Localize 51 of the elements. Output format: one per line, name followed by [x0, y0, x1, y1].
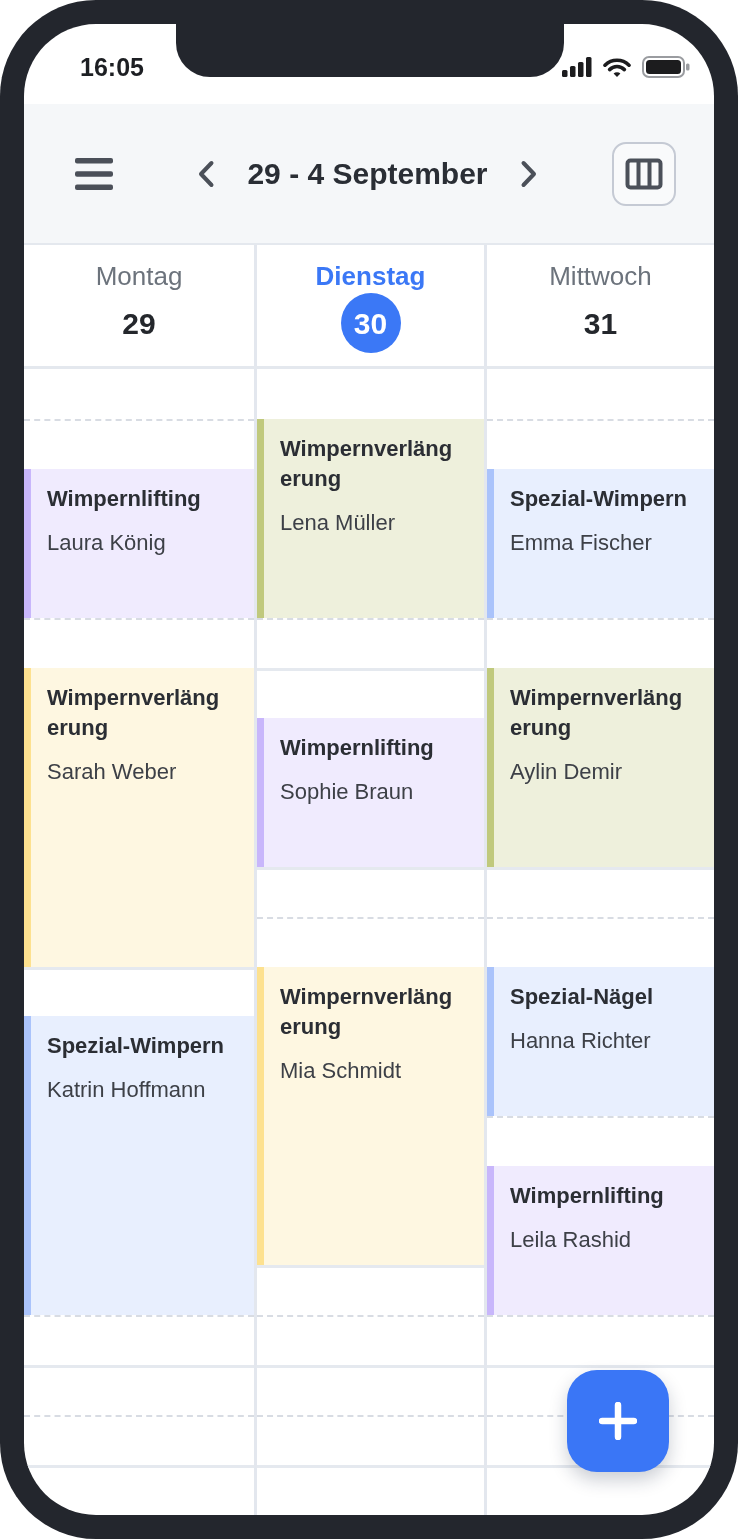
- service-name: Wimpernverlängerung: [47, 683, 221, 742]
- add-appointment-button[interactable]: [567, 1370, 669, 1472]
- date-number[interactable]: 31: [570, 293, 631, 353]
- appointment-card[interactable]: Spezial-Nägel Hanna Richter: [487, 966, 714, 1116]
- columns-icon: [625, 157, 663, 190]
- menu-button[interactable]: [75, 157, 113, 190]
- client-name: Sarah Weber: [47, 757, 178, 786]
- client-name: Laura König: [47, 528, 167, 557]
- client-name: Leila Rashid: [510, 1225, 633, 1254]
- previous-week-button[interactable]: [197, 159, 216, 188]
- appointment-card[interactable]: Spezial-Wimpern Emma Fischer: [487, 468, 714, 618]
- appointment-card[interactable]: Wimpernlifting Laura König: [24, 468, 254, 618]
- appointment-card[interactable]: Spezial-Wimpern Katrin Hoffmann: [24, 1016, 254, 1316]
- service-name: Wimpernverlängerung: [280, 434, 454, 493]
- service-name: Wimpernlifting: [47, 484, 202, 513]
- week-range-title: 29 - 4 September: [247, 155, 488, 192]
- weekday-label[interactable]: Montag: [95, 260, 183, 292]
- weekday-label[interactable]: Dienstag: [315, 260, 426, 292]
- date-number[interactable]: 29: [109, 293, 169, 353]
- service-name: Spezial-Nägel: [510, 982, 655, 1011]
- service-name: Wimpernverlängerung: [510, 683, 684, 742]
- appointment-card[interactable]: Wimpernverlängerung Lena Müller: [257, 418, 484, 618]
- weekday-label[interactable]: Mittwoch: [549, 260, 652, 292]
- menu-icon: [75, 157, 113, 190]
- client-name: Aylin Demir: [510, 757, 624, 786]
- service-name: Spezial-Wimpern: [47, 1032, 226, 1061]
- chevron-left-icon: [197, 159, 216, 188]
- client-name: Lena Müller: [280, 508, 396, 537]
- appointment-card[interactable]: Wimpernverlängerung Aylin Demir: [487, 667, 714, 867]
- view-toggle-button[interactable]: [612, 141, 676, 206]
- status-time: 16:05: [80, 52, 144, 82]
- battery-icon: [642, 56, 690, 78]
- wifi-icon: [603, 56, 631, 78]
- appointment-card[interactable]: Wimpernlifting Sophie Braun: [257, 717, 484, 867]
- client-name: Katrin Hoffmann: [47, 1076, 207, 1105]
- client-name: Emma Fischer: [510, 528, 653, 557]
- today-date-circle[interactable]: 30: [340, 293, 401, 353]
- service-name: Wimpernverlängerung: [280, 982, 454, 1041]
- client-name: Sophie Braun: [280, 777, 415, 806]
- chevron-right-icon: [519, 159, 538, 188]
- service-name: Spezial-Wimpern: [510, 484, 689, 513]
- service-name: Wimpernlifting: [510, 1181, 665, 1210]
- signal-icon: [562, 57, 592, 77]
- next-week-button[interactable]: [519, 159, 538, 188]
- appointment-card[interactable]: Wimpernlifting Leila Rashid: [487, 1165, 714, 1316]
- client-name: Hanna Richter: [510, 1026, 652, 1055]
- client-name: Mia Schmidt: [280, 1056, 403, 1085]
- appointment-card[interactable]: Wimpernverlängerung Sarah Weber: [24, 667, 254, 967]
- service-name: Wimpernlifting: [280, 733, 435, 762]
- plus-icon: [599, 1402, 637, 1440]
- appointment-card[interactable]: Wimpernverlängerung Mia Schmidt: [257, 966, 484, 1266]
